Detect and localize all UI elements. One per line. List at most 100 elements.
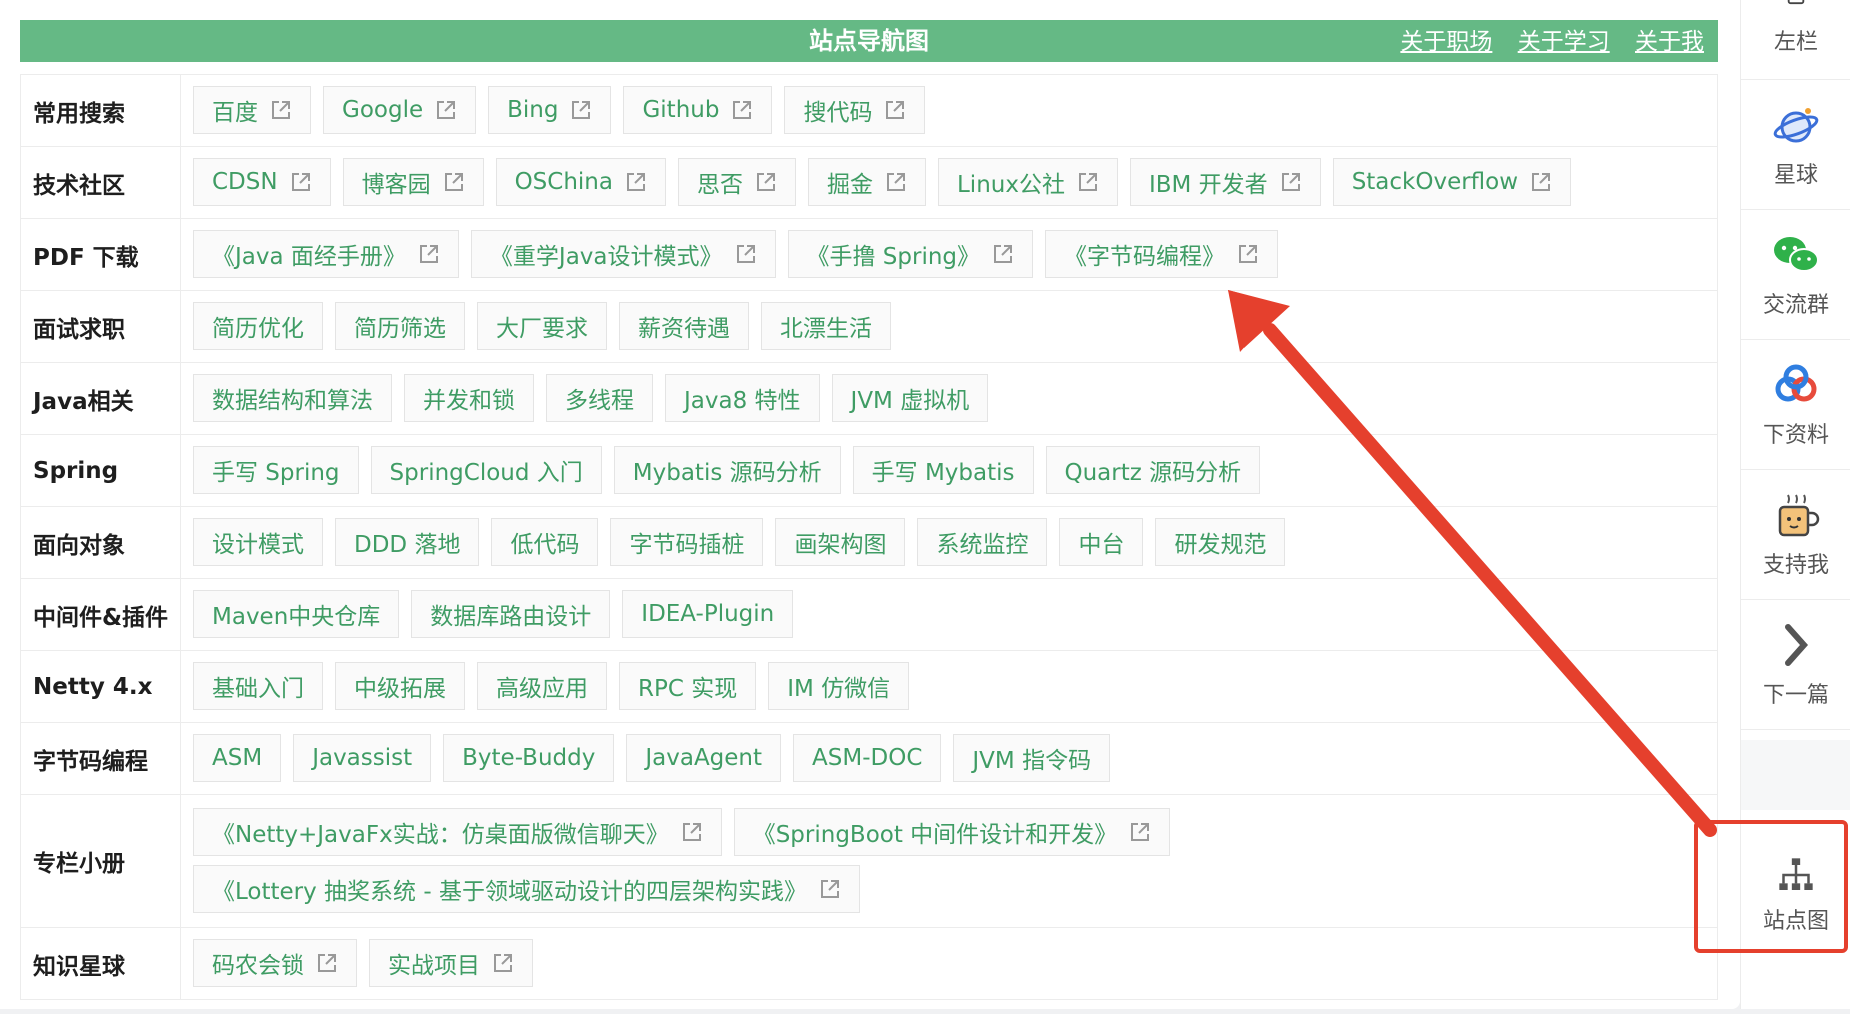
site-map-table: 常用搜索 百度 Google Bing Github 搜代码 技术社区 CDSN 博客园 OSCh… bbox=[20, 74, 1718, 1000]
nav-link-tag[interactable]: 《Lottery 抽奖系统 - 基于领域驱动设计的四层架构实践》 bbox=[193, 864, 860, 913]
baidu-cloud-icon bbox=[1775, 364, 1817, 401]
header-link-about-me[interactable]: 关于我 bbox=[1635, 29, 1704, 55]
nav-link-tag[interactable]: Byte-Buddy bbox=[443, 733, 615, 782]
nav-link-label: Mybatis 源码分析 bbox=[632, 459, 822, 486]
sidebar-label-planet: 星球 bbox=[1773, 162, 1818, 188]
nav-link-tag[interactable]: 画架构图 bbox=[775, 517, 906, 566]
nav-link-tag[interactable]: JVM 指令码 bbox=[953, 733, 1111, 782]
nav-link-tag[interactable]: 简历筛选 bbox=[335, 301, 465, 350]
nav-link-tag[interactable]: 搜代码 bbox=[784, 85, 926, 134]
nav-link-tag[interactable]: 多线程 bbox=[546, 373, 653, 422]
nav-link-label: 《Java 面经手册》 bbox=[212, 243, 406, 270]
nav-link-label: 薪资待遇 bbox=[638, 315, 730, 342]
nav-link-tag[interactable]: ASM bbox=[193, 733, 282, 782]
nav-link-tag[interactable]: JVM 虚拟机 bbox=[831, 373, 989, 422]
nav-link-label: CDSN bbox=[212, 168, 278, 195]
nav-link-tag[interactable]: 《字节码编程》 bbox=[1045, 229, 1279, 278]
planet-icon bbox=[1773, 107, 1819, 142]
nav-link-tag[interactable]: 大厂要求 bbox=[477, 301, 607, 350]
nav-link-tag[interactable]: Github bbox=[623, 85, 773, 134]
nav-link-tag[interactable]: 博客园 bbox=[342, 157, 484, 206]
external-link-icon bbox=[992, 243, 1014, 265]
nav-link-tag[interactable]: 设计模式 bbox=[193, 517, 323, 566]
row-links: 简历优化 简历筛选 大厂要求 薪资待遇 北漂生活 bbox=[181, 291, 1717, 362]
sidebar-item-planet[interactable]: 星球 bbox=[1741, 80, 1850, 210]
nav-link-tag[interactable]: 码农会锁 bbox=[193, 938, 357, 987]
nav-link-tag[interactable]: 中台 bbox=[1059, 517, 1144, 566]
nav-link-tag[interactable]: 掘金 bbox=[807, 157, 926, 206]
header-link-study[interactable]: 关于学习 bbox=[1518, 29, 1610, 55]
nav-link-tag[interactable]: 简历优化 bbox=[193, 301, 323, 350]
external-link-icon bbox=[418, 243, 440, 265]
nav-link-tag[interactable]: 《重学Java设计模式》 bbox=[470, 229, 776, 278]
nav-link-label: Byte-Buddy bbox=[462, 744, 596, 771]
table-row: PDF 下载 《Java 面经手册》 《重学Java设计模式》 《手撸 Spring》… bbox=[20, 219, 1718, 291]
nav-link-label: JavaAgent bbox=[645, 744, 763, 771]
nav-link-tag[interactable]: 薪资待遇 bbox=[619, 301, 749, 350]
nav-link-tag[interactable]: 中级拓展 bbox=[335, 661, 465, 710]
nav-link-label: 《SpringBoot 中间件设计和开发》 bbox=[752, 821, 1118, 848]
nav-link-tag[interactable]: OSChina bbox=[495, 157, 666, 206]
nav-link-tag[interactable]: 研发规范 bbox=[1155, 517, 1286, 566]
nav-link-tag[interactable]: 高级应用 bbox=[477, 661, 607, 710]
nav-link-tag[interactable]: Javassist bbox=[293, 733, 432, 782]
nav-link-tag[interactable]: 手写 Mybatis bbox=[852, 445, 1034, 494]
nav-link-tag[interactable]: Maven中央仓库 bbox=[193, 589, 400, 638]
nav-link-tag[interactable]: 百度 bbox=[193, 85, 311, 134]
nav-link-tag[interactable]: Mybatis 源码分析 bbox=[613, 445, 841, 494]
sidebar-spacer bbox=[1741, 740, 1850, 810]
nav-link-tag[interactable]: 系统监控 bbox=[917, 517, 1048, 566]
nav-link-tag[interactable]: 低代码 bbox=[491, 517, 599, 566]
table-row: 面向对象 设计模式 DDD 落地 低代码 字节码插桩 画架构图 系统监控 中台 研发规范 bbox=[20, 507, 1718, 579]
nav-link-tag[interactable]: Java8 特性 bbox=[665, 373, 820, 422]
nav-link-tag[interactable]: 并发和锁 bbox=[404, 373, 534, 422]
site-map-header: 站点导航图 关于职场 关于学习 关于我 bbox=[20, 20, 1718, 62]
row-category-label: 面向对象 bbox=[21, 507, 181, 578]
nav-link-tag[interactable]: StackOverflow bbox=[1332, 157, 1572, 206]
sidebar-item-support[interactable]: 支持我 bbox=[1741, 470, 1850, 600]
header-link-career[interactable]: 关于职场 bbox=[1400, 29, 1492, 55]
nav-link-tag[interactable]: 《Java 面经手册》 bbox=[193, 229, 459, 278]
nav-link-tag[interactable]: IDEA-Plugin bbox=[622, 589, 794, 638]
external-link-icon bbox=[270, 99, 292, 121]
nav-link-tag[interactable]: 数据结构和算法 bbox=[193, 373, 392, 422]
external-link-icon bbox=[570, 99, 592, 121]
nav-link-tag[interactable]: IBM 开发者 bbox=[1129, 157, 1321, 206]
nav-link-tag[interactable]: ASM-DOC bbox=[793, 733, 942, 782]
nav-link-tag[interactable]: 北漂生活 bbox=[761, 301, 891, 350]
nav-link-label: Quartz 源码分析 bbox=[1064, 459, 1242, 486]
nav-link-tag[interactable]: 思否 bbox=[677, 157, 796, 206]
sidebar-label-next-post: 下一篇 bbox=[1762, 682, 1829, 708]
nav-link-tag[interactable]: SpringCloud 入门 bbox=[370, 445, 602, 494]
sidebar-icon bbox=[1787, 0, 1805, 4]
nav-link-tag[interactable]: Bing bbox=[488, 85, 612, 134]
nav-link-tag[interactable]: IM 仿微信 bbox=[768, 661, 910, 710]
nav-link-tag[interactable]: Google bbox=[323, 85, 477, 134]
nav-link-tag[interactable]: RPC 实现 bbox=[619, 661, 757, 710]
nav-link-tag[interactable]: 《SpringBoot 中间件设计和开发》 bbox=[733, 807, 1171, 856]
nav-link-tag[interactable]: 手写 Spring bbox=[193, 445, 359, 494]
row-links: 设计模式 DDD 落地 低代码 字节码插桩 画架构图 系统监控 中台 研发规范 bbox=[181, 507, 1717, 578]
nav-link-tag[interactable]: DDD 落地 bbox=[335, 517, 480, 566]
nav-link-tag[interactable]: CDSN bbox=[193, 157, 331, 206]
nav-link-label: 中级拓展 bbox=[354, 675, 446, 702]
site-map-highlight-box bbox=[1694, 820, 1848, 953]
nav-link-tag[interactable]: 《手撸 Spring》 bbox=[787, 229, 1034, 278]
nav-link-label: Google bbox=[342, 96, 424, 123]
nav-link-tag[interactable]: JavaAgent bbox=[626, 733, 782, 782]
nav-link-label: IM 仿微信 bbox=[787, 675, 891, 702]
nav-link-tag[interactable]: 实战项目 bbox=[369, 938, 533, 987]
nav-link-tag[interactable]: Linux公社 bbox=[937, 157, 1118, 206]
nav-link-tag[interactable]: 数据库路由设计 bbox=[411, 589, 611, 638]
sidebar-item-left-column[interactable]: 左栏 bbox=[1741, 0, 1850, 80]
table-row: 知识星球 码农会锁 实战项目 bbox=[20, 928, 1718, 1000]
external-link-icon bbox=[625, 171, 647, 193]
nav-link-tag[interactable]: 字节码插桩 bbox=[610, 517, 764, 566]
row-category-label: 常用搜索 bbox=[21, 75, 181, 146]
sidebar-item-download[interactable]: 下资料 bbox=[1741, 340, 1850, 470]
sidebar-item-group-chat[interactable]: 交流群 bbox=[1741, 210, 1850, 340]
nav-link-tag[interactable]: 《Netty+JavaFx实战：仿桌面版微信聊天》 bbox=[193, 807, 722, 856]
nav-link-tag[interactable]: Quartz 源码分析 bbox=[1045, 445, 1261, 494]
sidebar-item-next-post[interactable]: 下一篇 bbox=[1741, 600, 1850, 730]
nav-link-tag[interactable]: 基础入门 bbox=[193, 661, 323, 710]
